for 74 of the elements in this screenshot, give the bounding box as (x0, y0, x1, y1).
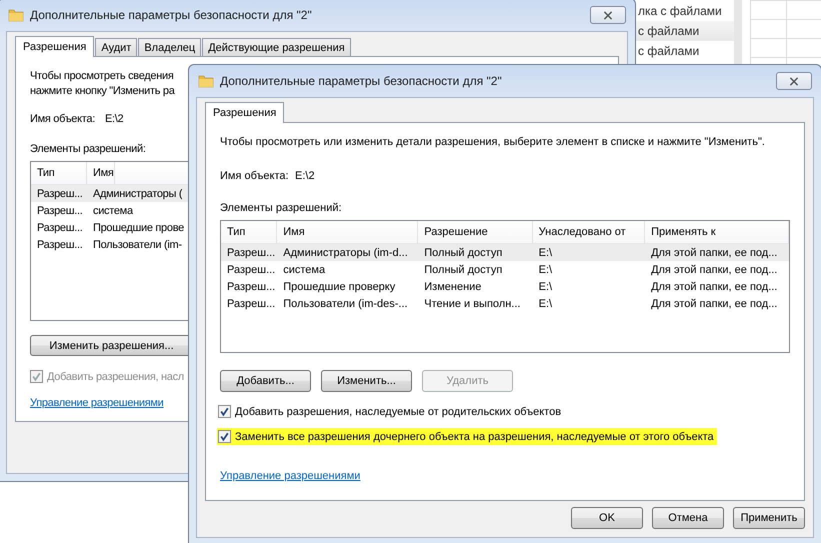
close-icon (789, 76, 799, 86)
instruction-text: Чтобы просмотреть сведения (30, 69, 174, 84)
check-icon (219, 431, 230, 442)
window-title: Дополнительные параметры безопасности для "2" (220, 74, 503, 88)
table-cell-text: Разреш... (36, 222, 84, 234)
table-cell-text: Пользователи (im-des-... (282, 298, 409, 310)
option-checkbox[interactable]: Добавить разрешения, наследуемые от родительских объектов (217, 403, 564, 420)
dialog-button[interactable]: OK (571, 507, 643, 529)
table-cell-text: Разреш... (36, 188, 84, 200)
column-header[interactable]: Разрешение (418, 221, 533, 243)
table-cell-text: E:\ (538, 264, 554, 276)
table-cell-text: Полный доступ (423, 246, 504, 258)
object-name-label: Имя объекта: (220, 170, 290, 182)
table-cell-text: Изменение (423, 280, 482, 292)
close-button[interactable] (776, 72, 812, 90)
close-button[interactable] (590, 6, 626, 24)
dialog-button[interactable]: Отмена (652, 507, 724, 529)
tab[interactable]: Разрешения (15, 36, 94, 57)
close-icon (603, 10, 613, 20)
table-cell-text: Разреш... (36, 238, 84, 250)
manage-permissions-link[interactable]: Управление разрешениями (220, 470, 360, 482)
folder-icon (8, 7, 24, 23)
table-cell-text: Для этой папки, ее под... (650, 280, 778, 292)
table-cell-text: Чтение и выполн... (423, 298, 522, 310)
table-cell-text: Разреш... (36, 204, 84, 216)
table-cell-text: Полный доступ (423, 264, 504, 276)
list-row[interactable]: Разреш... Прошедшие проверку Изменение E:\ Для этой папки, ее под... (221, 278, 789, 295)
tab[interactable]: Разрешения (205, 102, 284, 123)
instruction-text: нажмите кнопку "Изменить ра (30, 84, 175, 99)
window-title: Дополнительные параметры безопасности для "2" (30, 8, 313, 22)
table-cell-text: Разреш... (226, 264, 276, 276)
table-cell-text: Для этой папки, ее под... (650, 246, 778, 258)
object-name-label: Имя объекта: (30, 113, 96, 125)
list-label: Элементы разрешений: (220, 202, 342, 214)
table-cell-text: Разреш... (226, 280, 276, 292)
column-header[interactable]: Тип (31, 162, 87, 184)
list-row[interactable]: Разреш... система Полный доступ E:\ Для этой папки, ее под... (221, 261, 789, 278)
tab[interactable]: Владелец (138, 38, 202, 56)
table-cell-text: E:\ (538, 280, 554, 292)
list-row[interactable]: Разреш... Администраторы (im-d... Полный доступ E:\ Для этой папки, ее под... (221, 244, 789, 261)
object-name-value: E:\2 (105, 113, 124, 125)
table-cell-text: система (92, 204, 133, 216)
instruction-text: Чтобы просмотреть или изменить детали разрешения, выберите элемент в списке и нажмите "Изменить". (220, 135, 765, 150)
table-cell-text: Администраторы ( (92, 188, 182, 200)
object-name-value: E:\2 (295, 170, 315, 182)
table-cell-text: Разреш... (226, 298, 276, 310)
table-cell-text: Для этой папки, ее под... (650, 298, 778, 310)
list-action-button[interactable]: Добавить... (220, 370, 311, 392)
check-icon (31, 371, 42, 382)
table-cell-text: Разреш... (226, 246, 276, 258)
table-cell-text: Пользователи (im- (92, 238, 182, 250)
table-cell-text: E:\ (538, 246, 554, 258)
column-header[interactable]: Применять к (645, 221, 789, 243)
tab[interactable]: Действующие разрешения (202, 38, 351, 56)
spreadsheet-grid (750, 0, 821, 64)
column-header[interactable]: Имя (87, 162, 115, 184)
tab[interactable]: Аудит (95, 38, 138, 56)
manage-permissions-link[interactable]: Управление разрешениями (30, 397, 164, 409)
column-header[interactable]: Унаследовано от (532, 221, 646, 243)
table-cell-text: E:\ (538, 298, 554, 310)
list-label: Элементы разрешений: (30, 143, 146, 155)
list-row[interactable]: Разреш... Пользователи (im-des-... Чтение и выполн... E:\ Для этой папки, ее под... (221, 295, 789, 312)
table-cell-text: Для этой папки, ее под... (650, 264, 778, 276)
list-action-button[interactable]: Изменить... (321, 370, 412, 392)
folder-icon (198, 73, 214, 89)
check-icon (219, 406, 230, 417)
table-cell-text: система (282, 264, 326, 276)
column-header[interactable]: Имя (277, 221, 418, 243)
table-cell-text: Администраторы (im-d... (282, 246, 409, 258)
table-cell-text: Прошедшие прове (92, 222, 184, 234)
option-checkbox[interactable]: Заменить все разрешения дочернего объекта на разрешения, наследуемые от этого объекта (217, 428, 717, 445)
table-cell-text: Прошедшие проверку (282, 280, 396, 292)
column-header[interactable]: Тип (221, 221, 278, 243)
dialog-button[interactable]: Применить (733, 507, 805, 529)
